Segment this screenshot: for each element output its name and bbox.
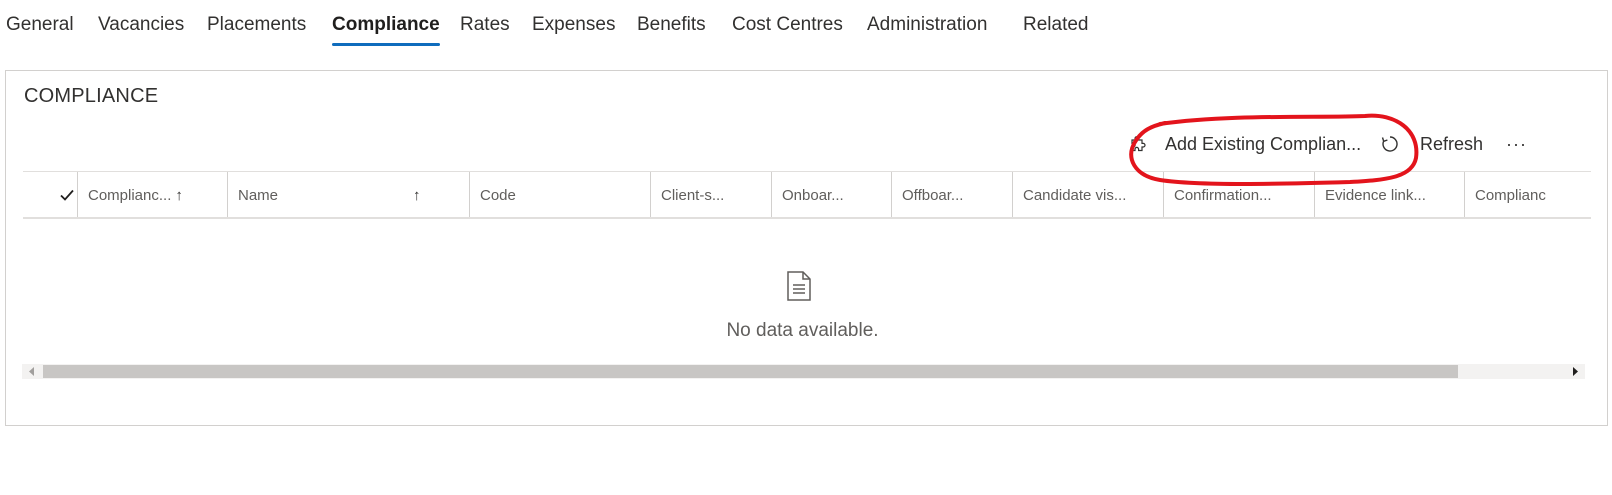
scroll-right-arrow-icon[interactable]	[1572, 367, 1578, 376]
tab-administration[interactable]: Administration	[867, 12, 987, 38]
column-header-offboarding[interactable]: Offboar...	[891, 172, 1012, 217]
tab-related[interactable]: Related	[1023, 12, 1089, 38]
tab-expenses[interactable]: Expenses	[532, 12, 615, 38]
tab-benefits[interactable]: Benefits	[637, 12, 706, 38]
puzzle-icon	[1131, 136, 1146, 152]
grid-header: Complianc... ↑ Name ↑ Code Client-s... O…	[23, 171, 1591, 219]
empty-state-message: No data available.	[726, 320, 879, 341]
column-header-candidate-visible[interactable]: Candidate vis...	[1012, 172, 1163, 217]
tab-bar: General Vacancies Placements Compliance …	[0, 0, 1612, 48]
document-icon	[787, 271, 811, 301]
column-label: Name	[238, 186, 279, 204]
refresh-button[interactable]: Refresh	[1380, 126, 1483, 162]
refresh-icon	[1381, 136, 1398, 152]
column-label: Complianc	[1475, 186, 1546, 204]
column-label: Client-s...	[661, 186, 725, 204]
tab-rates[interactable]: Rates	[460, 12, 510, 38]
horizontal-scrollbar[interactable]	[22, 364, 1585, 379]
column-label: Code	[480, 186, 516, 204]
select-all-checkmark-icon[interactable]	[59, 187, 75, 203]
more-icon: ···	[1506, 133, 1527, 154]
column-header-onboarding[interactable]: Onboar...	[771, 172, 891, 217]
column-header-client-specific[interactable]: Client-s...	[650, 172, 771, 217]
column-header-code[interactable]: Code	[469, 172, 650, 217]
scrollbar-thumb[interactable]	[43, 365, 1458, 378]
refresh-label: Refresh	[1420, 133, 1484, 154]
column-label: Complianc...	[88, 186, 172, 204]
column-header-confirmation[interactable]: Confirmation...	[1163, 172, 1314, 217]
sort-ascending-icon: ↑	[175, 186, 183, 204]
tab-vacancies[interactable]: Vacancies	[98, 12, 184, 38]
column-header-evidence-link[interactable]: Evidence link...	[1314, 172, 1464, 217]
more-commands-button[interactable]: ···	[1506, 126, 1527, 162]
add-existing-compliance-button[interactable]: Add Existing Complian...	[1129, 126, 1361, 162]
column-label: Offboar...	[902, 186, 964, 204]
column-label: Confirmation...	[1174, 186, 1272, 204]
column-label: Onboar...	[782, 186, 844, 204]
column-header-compliance[interactable]: Complianc... ↑	[77, 172, 227, 217]
add-existing-compliance-label: Add Existing Complian...	[1165, 133, 1362, 154]
column-header-name[interactable]: Name ↑	[227, 172, 469, 217]
tab-cost-centres[interactable]: Cost Centres	[732, 12, 843, 38]
column-label: Candidate vis...	[1023, 186, 1127, 204]
tab-placements[interactable]: Placements	[207, 12, 306, 38]
section-title: COMPLIANCE	[24, 85, 159, 107]
column-label: Evidence link...	[1325, 186, 1426, 204]
scroll-left-arrow-icon[interactable]	[29, 367, 35, 376]
tab-general[interactable]: General	[6, 12, 74, 38]
sort-ascending-icon: ↑	[413, 186, 421, 204]
column-header-compliance-2[interactable]: Complianc	[1464, 172, 1591, 217]
tab-compliance[interactable]: Compliance	[332, 12, 440, 46]
